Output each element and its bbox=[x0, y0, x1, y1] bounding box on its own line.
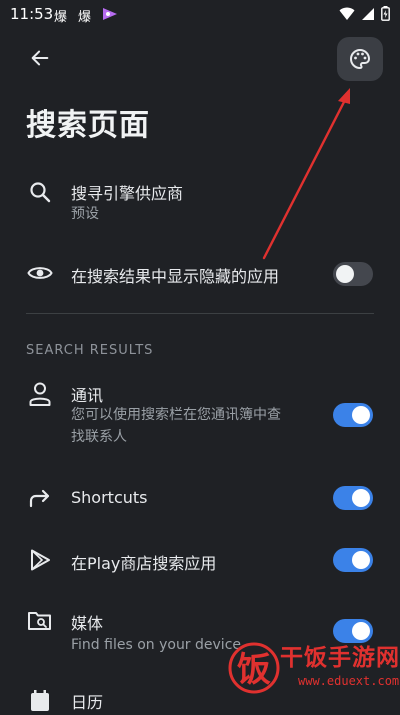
wifi-icon bbox=[339, 6, 355, 25]
watermark-logo: 饭 bbox=[228, 642, 280, 694]
contacts-toggle[interactable] bbox=[333, 403, 373, 427]
setting-subtitle: 您可以使用搜索栏在您通讯簿中查 bbox=[71, 407, 281, 423]
setting-title: 日历 bbox=[71, 693, 104, 712]
setting-subtitle: 找联系人 bbox=[71, 429, 127, 445]
search-icon bbox=[26, 178, 54, 206]
setting-subtitle: 预设 bbox=[71, 206, 99, 222]
watermark: 饭 干饭手游网 www.eduext.com bbox=[226, 630, 400, 711]
svg-text:饭: 饭 bbox=[237, 650, 271, 690]
setting-title: Shortcuts bbox=[71, 488, 148, 507]
setting-show-hidden-apps[interactable]: 在搜索结果中显示隐藏的应用 bbox=[0, 255, 400, 293]
watermark-url: www.eduext.com bbox=[298, 674, 400, 688]
result-source-contacts[interactable]: 通讯 您可以使用搜索栏在您通讯簿中查 找联系人 bbox=[0, 378, 400, 456]
watermark-text: 干饭手游网 bbox=[280, 645, 400, 671]
result-source-shortcuts[interactable]: Shortcuts bbox=[0, 480, 400, 518]
setting-title: 媒体 bbox=[71, 614, 104, 633]
setting-subtitle: Find files on your device bbox=[71, 637, 242, 653]
eye-icon bbox=[26, 259, 54, 287]
status-bar: 11:53 爆 爆 bbox=[0, 0, 400, 28]
app-notification-icon bbox=[101, 6, 119, 26]
theme-palette-button[interactable] bbox=[337, 37, 383, 81]
setting-search-engine[interactable]: 搜寻引擎供应商 预设 bbox=[0, 170, 400, 230]
back-button[interactable] bbox=[26, 44, 54, 72]
setting-title: 在搜索结果中显示隐藏的应用 bbox=[71, 267, 280, 286]
play-store-toggle[interactable] bbox=[333, 548, 373, 572]
folder-search-icon bbox=[26, 607, 54, 635]
play-store-icon bbox=[26, 546, 54, 574]
setting-title: 在Play商店搜索应用 bbox=[71, 554, 217, 573]
setting-title: 搜寻引擎供应商 bbox=[71, 184, 184, 203]
show-hidden-toggle[interactable] bbox=[333, 262, 373, 286]
page-title: 搜索页面 bbox=[26, 108, 150, 143]
share-arrow-icon bbox=[26, 484, 54, 512]
arrow-left-icon bbox=[31, 50, 49, 66]
palette-icon bbox=[350, 48, 371, 70]
person-icon bbox=[26, 380, 54, 408]
battery-icon bbox=[381, 6, 390, 25]
signal-icon bbox=[361, 6, 375, 25]
notification-icon: 爆 bbox=[78, 10, 92, 25]
setting-title: 通讯 bbox=[71, 386, 104, 405]
notification-icon: 爆 bbox=[54, 10, 68, 25]
status-time: 11:53 bbox=[10, 5, 54, 23]
section-header: SEARCH RESULTS bbox=[26, 343, 154, 358]
result-source-play-store[interactable]: 在Play商店搜索应用 bbox=[0, 542, 400, 580]
shortcuts-toggle[interactable] bbox=[333, 486, 373, 510]
divider bbox=[26, 313, 374, 314]
